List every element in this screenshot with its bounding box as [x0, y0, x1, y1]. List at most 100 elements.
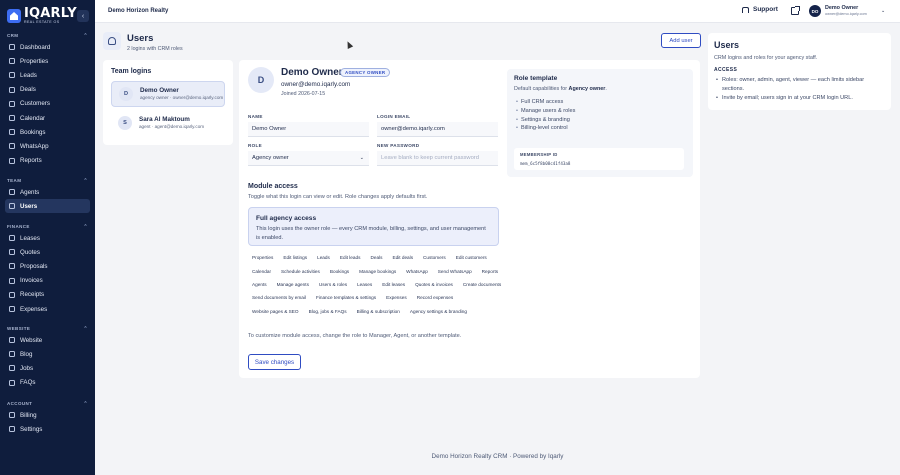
module-chip[interactable]: Billing & subscription — [352, 305, 404, 317]
module-chip[interactable]: Manage bookings — [355, 265, 401, 277]
module-chip[interactable]: Deals — [366, 252, 387, 264]
sidebar-item-settings[interactable]: Settings — [5, 422, 90, 436]
nav-section-label: TEAM — [7, 178, 22, 183]
module-chip[interactable]: Website pages & SEO — [248, 305, 303, 317]
sidebar-item-label: Proposals — [20, 262, 48, 270]
sidebar-item-dashboard[interactable]: Dashboard — [5, 40, 90, 54]
role-select[interactable]: Agency owner ⌄ — [248, 151, 369, 166]
sidebar-item-label: Leases — [20, 234, 40, 242]
nav-section: FINANCE ⌃ Leases Quotes Proposals Invoices Rec… — [0, 222, 95, 316]
sidebar-item-calendar[interactable]: Calendar — [5, 111, 90, 125]
nav-section-label: ACCOUNT — [7, 401, 33, 406]
sidebar-item-label: Users — [20, 202, 38, 210]
user-name[interactable]: Demo Owner — [825, 5, 858, 11]
support-button[interactable]: Support — [742, 6, 778, 13]
sidebar-item-deals[interactable]: Deals — [5, 83, 90, 97]
module-access-subtitle: Toggle what this login can view or edit.… — [248, 194, 428, 200]
sidebar-item-jobs[interactable]: Jobs — [5, 361, 90, 375]
agent-icon — [9, 189, 15, 196]
module-chip[interactable]: Record expenses — [412, 292, 458, 304]
collapse-sidebar-button[interactable]: ‹ — [77, 10, 89, 22]
module-chip[interactable]: Quotes & invoices — [411, 278, 457, 291]
login-row[interactable]: S Sara Al Maktoum agent · agent@demo.iqa… — [111, 110, 225, 136]
sidebar-item-reports[interactable]: Reports — [5, 154, 90, 168]
nav-section-heading[interactable]: ACCOUNT ⌃ — [0, 399, 95, 408]
brand-logo[interactable]: IQARLY REAL ESTATE OS — [7, 6, 77, 26]
footer: Demo Horizon Realty CRM · Powered by Iqa… — [431, 453, 564, 460]
top-bar: Demo Horizon Realty Support DO Demo Owne… — [95, 0, 900, 23]
sidebar-item-customers[interactable]: Customers — [5, 97, 90, 111]
team-logins-card: Team logins D Demo Owner agency owner · … — [103, 60, 233, 145]
module-chip[interactable]: Create documents — [458, 278, 506, 291]
module-chip[interactable]: Calendar — [248, 265, 276, 277]
sidebar-item-whatsapp[interactable]: WhatsApp — [5, 139, 90, 153]
sidebar-item-invoices[interactable]: Invoices — [5, 274, 90, 288]
sidebar-item-leads[interactable]: Leads — [5, 68, 90, 82]
nav-section-heading[interactable]: FINANCE ⌃ — [0, 222, 95, 231]
sidebar-item-faqs[interactable]: FAQs — [5, 376, 90, 390]
nav-section-heading[interactable]: CRM ⌃ — [0, 31, 95, 40]
external-link-icon[interactable] — [791, 6, 800, 15]
user-avatar[interactable]: DO — [809, 5, 821, 17]
module-chip[interactable]: Customers — [419, 252, 450, 264]
module-chip[interactable]: Edit listings — [279, 252, 312, 264]
list-item: Roles: owner, admin, agent, viewer — eac… — [716, 76, 886, 94]
role-capabilities-list: Full CRM access Manage users & roles Set… — [516, 98, 575, 133]
sidebar-item-quotes[interactable]: Quotes — [5, 245, 90, 259]
list-item: Settings & branding — [516, 116, 575, 125]
sidebar-item-agents[interactable]: Agents — [5, 185, 90, 199]
editor-user-name: Demo Owner — [281, 67, 343, 78]
nav-section-heading[interactable]: WEBSITE ⌃ — [0, 324, 95, 333]
module-chip[interactable]: Finance templates & settings — [311, 292, 381, 304]
module-chip[interactable]: Manage agents — [272, 278, 313, 291]
module-chip[interactable]: Leases — [353, 278, 377, 291]
module-chip[interactable]: Users & roles — [314, 278, 352, 291]
name-field[interactable]: Demo Owner — [248, 122, 369, 137]
login-meta: agency owner · owner@demo.iqarly.com — [140, 95, 224, 101]
module-chip[interactable]: Agents — [248, 278, 271, 291]
chevron-down-icon[interactable]: ⌄ — [881, 8, 885, 14]
module-chip[interactable]: Send WhatsApp — [433, 265, 476, 277]
module-chip[interactable]: Schedule activities — [277, 265, 324, 277]
sidebar-item-billing[interactable]: Billing — [5, 408, 90, 422]
module-chip[interactable]: Send documents by email — [248, 292, 310, 304]
module-chip[interactable]: Blog, jobs & FAQs — [304, 305, 351, 317]
sidebar-item-properties[interactable]: Properties — [5, 54, 90, 68]
sidebar-item-receipts[interactable]: Receipts — [5, 288, 90, 302]
module-chip[interactable]: Leads — [313, 252, 334, 264]
module-chip[interactable]: Expenses — [382, 292, 411, 304]
module-chip[interactable]: WhatsApp — [402, 265, 432, 277]
help-icon — [9, 379, 15, 386]
module-chip[interactable]: Edit leads — [335, 252, 365, 264]
sidebar-item-label: Blog — [20, 350, 33, 358]
chevron-up-icon: ⌃ — [83, 325, 88, 332]
module-chip[interactable]: Edit customers — [451, 252, 491, 264]
customize-note: To customize module access, change the r… — [248, 333, 462, 339]
sidebar-item-label: Customers — [20, 100, 50, 108]
module-chip[interactable]: Edit leases — [378, 278, 410, 291]
module-chip[interactable]: Properties — [248, 252, 278, 264]
sidebar-item-label: Website — [20, 336, 43, 344]
login-row[interactable]: D Demo Owner agency owner · owner@demo.i… — [111, 81, 225, 107]
sidebar-item-leases[interactable]: Leases — [5, 231, 90, 245]
module-chip[interactable]: Reports — [477, 265, 503, 277]
save-button[interactable]: Save changes — [248, 354, 301, 370]
add-user-button[interactable]: Add user — [661, 33, 701, 48]
booking-icon — [9, 129, 15, 136]
sidebar: IQARLY REAL ESTATE OS ‹ CRM ⌃ Dashboard Pro… — [0, 0, 95, 475]
sidebar-item-blog[interactable]: Blog — [5, 347, 90, 361]
sidebar-item-website[interactable]: Website — [5, 333, 90, 347]
sidebar-item-users[interactable]: Users — [5, 199, 90, 214]
brand-tagline: REAL ESTATE OS — [24, 20, 60, 25]
email-field[interactable]: owner@demo.iqarly.com — [377, 122, 498, 137]
password-field[interactable]: Leave blank to keep current password — [377, 151, 498, 166]
module-chip[interactable]: Bookings — [325, 265, 354, 277]
avatar: D — [119, 87, 133, 101]
sidebar-item-expenses[interactable]: Expenses — [5, 302, 90, 316]
sidebar-item-bookings[interactable]: Bookings — [5, 125, 90, 139]
chevron-up-icon: ⌃ — [83, 177, 88, 184]
module-chip[interactable]: Edit deals — [388, 252, 418, 264]
nav-section-heading[interactable]: TEAM ⌃ — [0, 176, 95, 185]
sidebar-item-proposals[interactable]: Proposals — [5, 259, 90, 273]
module-chip[interactable]: Agency settings & branding — [405, 305, 471, 317]
